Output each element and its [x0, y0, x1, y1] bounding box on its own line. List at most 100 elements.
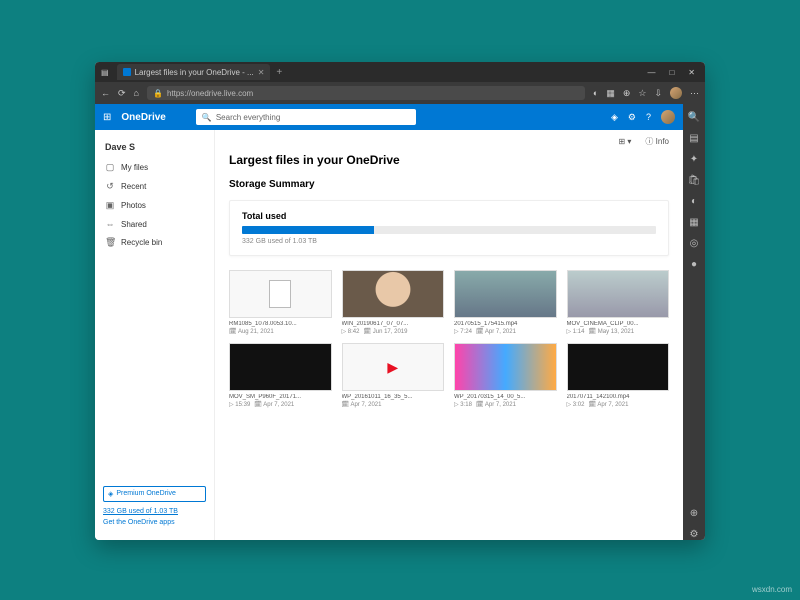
- profile-avatar[interactable]: [670, 87, 682, 99]
- get-apps-link[interactable]: Get the OneDrive apps: [103, 519, 206, 526]
- refresh-button[interactable]: ⟳: [118, 88, 126, 99]
- edge-tool-icon[interactable]: ▤: [689, 133, 698, 144]
- file-item[interactable]: WP_20170315_14_00_5... ▷ 3:18🗓 Apr 7, 20…: [454, 343, 557, 408]
- file-date: 🗓 Jun 17, 2019: [363, 328, 407, 335]
- url-input[interactable]: 🔒 https://onedrive.live.com: [147, 86, 585, 100]
- file-duration: ▷ 8:42: [342, 328, 360, 335]
- file-name: WP_20161011_16_35_5...: [342, 394, 445, 400]
- edge-tool-icon[interactable]: ●: [691, 259, 697, 270]
- file-item[interactable]: WIN_20190617_07_07... ▷ 8:42🗓 Jun 17, 20…: [342, 270, 445, 335]
- back-button[interactable]: ←: [101, 88, 110, 99]
- summary-heading: Storage Summary: [229, 179, 669, 190]
- downloads-icon[interactable]: ⇩: [654, 88, 662, 99]
- nav-label: Recent: [121, 182, 146, 191]
- page: ⊞ OneDrive 🔍 Search everything ◈ ⚙ ? Dav…: [95, 104, 683, 540]
- sidebar-item[interactable]: ▣Photos: [95, 196, 214, 215]
- premium-button[interactable]: ◈ Premium OneDrive: [103, 486, 206, 502]
- home-button[interactable]: ⌂: [134, 88, 139, 99]
- file-item[interactable]: WP_20161011_16_35_5... 🗓 Apr 7, 2021: [342, 343, 445, 408]
- sidebar-item[interactable]: 🗑 Recycle bin: [95, 233, 214, 252]
- nav-icon: ↺: [105, 181, 115, 192]
- file-thumbnail: [229, 343, 332, 391]
- file-thumbnail: [342, 343, 445, 391]
- search-icon: 🔍: [202, 113, 212, 122]
- edge-shopping-icon[interactable]: 🛍: [688, 175, 701, 186]
- file-thumbnail: [229, 270, 332, 318]
- url-text: https://onedrive.live.com: [167, 89, 253, 98]
- nav-label: Recycle bin: [121, 238, 162, 247]
- nav-icon: ⇔: [105, 219, 115, 229]
- tab-list-icon[interactable]: ▤: [101, 68, 109, 77]
- edge-sidebar: 🔍 ▤ ✦ 🛍 ◐ ▦ ◎ ● ⊕ ⚙: [683, 104, 705, 540]
- edge-tool-icon[interactable]: ✦: [690, 154, 698, 165]
- tracking-icon[interactable]: ◐: [593, 88, 598, 98]
- total-used-label: Total used: [242, 211, 656, 221]
- help-icon[interactable]: ?: [646, 112, 651, 122]
- close-button[interactable]: ✕: [688, 68, 695, 77]
- nav-label: Photos: [121, 201, 146, 210]
- file-item[interactable]: 20170711_142100.mp4 ▷ 3:02🗓 Apr 7, 2021: [567, 343, 670, 408]
- file-name: RM1085_1078.0053.10...: [229, 321, 332, 327]
- file-date: 🗓 Aug 21, 2021: [229, 328, 274, 335]
- user-name[interactable]: Dave S: [95, 138, 214, 158]
- settings-icon[interactable]: ⚙: [628, 112, 636, 123]
- titlebar: ▤ Largest files in your OneDrive - ... ✕…: [95, 62, 705, 82]
- file-thumbnail: [454, 270, 557, 318]
- file-thumbnail: [567, 270, 670, 318]
- browser-tab[interactable]: Largest files in your OneDrive - ... ✕: [117, 64, 271, 80]
- main-content: ⊞ ▾ ⓘ Info Largest files in your OneDriv…: [215, 130, 683, 540]
- favorites-icon[interactable]: ☆: [638, 88, 646, 99]
- view-button[interactable]: ⊞ ▾: [618, 137, 631, 146]
- edge-search-icon[interactable]: 🔍: [688, 112, 700, 123]
- tab-close-icon[interactable]: ✕: [258, 68, 265, 77]
- app-launcher-icon[interactable]: ⊞: [103, 112, 111, 123]
- lock-icon: 🔒: [153, 89, 163, 98]
- tab-title: Largest files in your OneDrive - ...: [135, 68, 254, 77]
- edge-settings-icon[interactable]: ⚙: [690, 529, 699, 540]
- maximize-button[interactable]: □: [669, 68, 674, 77]
- file-name: WIN_20190617_07_07...: [342, 321, 445, 327]
- file-name: MOV_CINEMA_CLIP_00...: [567, 321, 670, 327]
- menu-button[interactable]: ⋯: [690, 88, 699, 99]
- nav-icon: 🗑: [105, 237, 115, 248]
- file-item[interactable]: RM1085_1078.0053.10... 🗓 Aug 21, 2021: [229, 270, 332, 335]
- watermark: wsxdn.com: [752, 585, 792, 594]
- window-controls: — □ ✕: [647, 68, 705, 77]
- file-duration: ▷ 3:02: [567, 401, 585, 408]
- extensions-icon[interactable]: ⊕: [623, 88, 631, 99]
- edge-tool-icon[interactable]: ◐: [691, 196, 697, 207]
- file-thumbnail: [454, 343, 557, 391]
- premium-icon[interactable]: ◈: [611, 112, 618, 123]
- file-date: 🗓 Apr 7, 2021: [588, 401, 628, 408]
- search-placeholder: Search everything: [216, 113, 280, 122]
- nav-label: My files: [121, 163, 148, 172]
- edge-tool-icon[interactable]: ◎: [690, 238, 699, 249]
- file-item[interactable]: MOV_CINEMA_CLIP_00... ▷ 1:14🗓 May 13, 20…: [567, 270, 670, 335]
- brand[interactable]: OneDrive: [121, 112, 165, 123]
- file-date: 🗓 Apr 7, 2021: [476, 401, 516, 408]
- storage-bar-fill: [242, 226, 374, 234]
- address-bar: ← ⟳ ⌂ 🔒 https://onedrive.live.com ◐ ▦ ⊕ …: [95, 82, 705, 104]
- file-thumbnail: [567, 343, 670, 391]
- minimize-button[interactable]: —: [647, 68, 655, 77]
- edge-add-icon[interactable]: ⊕: [690, 508, 698, 519]
- collections-icon[interactable]: ▦: [606, 88, 615, 99]
- file-duration: ▷ 1:14: [567, 328, 585, 335]
- file-item[interactable]: MOV_SM_P960F_20171... ▷ 15:39🗓 Apr 7, 20…: [229, 343, 332, 408]
- info-button[interactable]: ⓘ Info: [645, 136, 669, 147]
- file-name: MOV_SM_P960F_20171...: [229, 394, 332, 400]
- file-thumbnail: [342, 270, 445, 318]
- file-item[interactable]: 20170515_175415.mp4 ▷ 7:24🗓 Apr 7, 2021: [454, 270, 557, 335]
- onedrive-header: ⊞ OneDrive 🔍 Search everything ◈ ⚙ ?: [95, 104, 683, 130]
- file-name: WP_20170315_14_00_5...: [454, 394, 557, 400]
- storage-link[interactable]: 332 GB used of 1.03 TB: [103, 508, 206, 515]
- edge-office-icon[interactable]: ▦: [689, 217, 698, 228]
- account-avatar[interactable]: [661, 110, 675, 124]
- new-tab-button[interactable]: +: [276, 67, 282, 78]
- search-input[interactable]: 🔍 Search everything: [196, 109, 416, 125]
- storage-text: 332 GB used of 1.03 TB: [242, 238, 656, 245]
- sidebar-item[interactable]: ↺ Recent: [95, 177, 214, 196]
- sidebar-item[interactable]: ⇔Shared: [95, 215, 214, 233]
- sidebar-item[interactable]: ▢My files: [95, 158, 214, 177]
- file-date: 🗓 Apr 7, 2021: [342, 401, 382, 408]
